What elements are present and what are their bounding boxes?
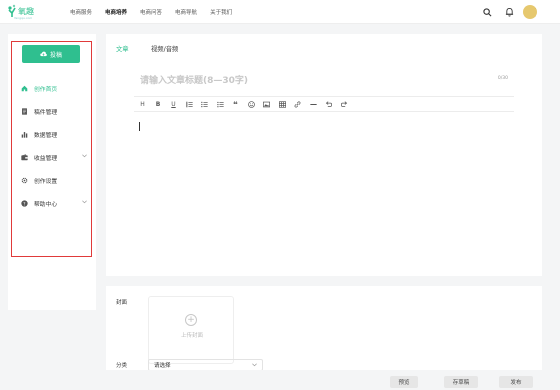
plus-icon: + — [185, 314, 197, 326]
title-char-count: 0/30 — [497, 76, 508, 81]
sidebar-item-label: 收益管理 — [34, 155, 58, 162]
sidebar-item-label: 稿件管理 — [34, 109, 58, 116]
heading-icon[interactable]: H — [139, 100, 146, 108]
post-button[interactable]: 投稿 — [22, 45, 80, 63]
sidebar-item-manuscript-management[interactable]: 稿件管理 — [21, 105, 91, 117]
chevron-down-icon[interactable] — [82, 154, 87, 160]
sidebar-item-revenue-management[interactable]: 收益管理 — [21, 151, 91, 163]
home-icon — [21, 85, 28, 92]
sidebar-item-label: 数据管理 — [34, 132, 58, 139]
main-nav: 电商服务 电商培养 电商问答 电商导航 关于我们 — [70, 0, 245, 24]
post-button-label: 投稿 — [49, 51, 62, 59]
bar-chart-icon — [21, 131, 28, 138]
creator-sidebar: 投稿 创作首页 稿件管理 数据管理 收益管理 创作设置 ? 帮助中心 — [8, 34, 96, 310]
nav-item-ecommerce-training[interactable]: 电商培养 — [105, 8, 127, 16]
article-body-editor[interactable] — [134, 116, 514, 266]
sidebar-item-label: 创作首页 — [34, 86, 58, 93]
editor-toolbar: H B U ❝ — [134, 96, 514, 112]
sidebar-item-creator-settings[interactable]: 创作设置 — [21, 174, 91, 186]
sidebar-item-data-management[interactable]: 数据管理 — [21, 128, 91, 140]
article-editor: 文章 视频/音频 请输入文章标题(8—30字) 0/30 H B U ❝ — [106, 34, 542, 276]
nav-item-ecommerce-navigation[interactable]: 电商导航 — [175, 8, 197, 16]
document-icon — [21, 107, 28, 115]
article-title-input[interactable]: 请输入文章标题(8—30字) — [140, 73, 248, 86]
action-bar: 预览 存草稿 发布 — [106, 370, 560, 390]
ordered-list-icon[interactable] — [216, 100, 224, 108]
sidebar-item-help-center[interactable]: ? 帮助中心 — [21, 197, 91, 209]
tab-article[interactable]: 文章 — [116, 44, 129, 53]
cover-upload-text: 上传封面 — [180, 333, 203, 339]
nav-item-ecommerce-qa[interactable]: 电商问答 — [140, 8, 162, 16]
logo-text: 氧趣 — [18, 6, 34, 16]
sidebar-item-label: 创作设置 — [34, 178, 58, 185]
logo-subtitle: Yangqu.com — [14, 16, 33, 20]
chevron-down-icon — [252, 363, 257, 369]
sidebar-item-creator-home[interactable]: 创作首页 — [21, 82, 91, 94]
bell-icon[interactable] — [504, 7, 514, 17]
undo-icon[interactable] — [325, 100, 332, 108]
preview-button[interactable]: 预览 — [390, 376, 418, 388]
sidebar-item-label: 帮助中心 — [34, 201, 58, 208]
blockquote-icon[interactable] — [185, 100, 193, 108]
cover-upload-box[interactable]: + 上传封面 — [148, 296, 234, 364]
gear-icon — [21, 177, 28, 184]
redo-icon[interactable] — [340, 100, 348, 108]
tab-video-audio[interactable]: 视频/音频 — [151, 44, 178, 53]
save-draft-button[interactable]: 存草稿 — [444, 376, 478, 388]
category-select-value: 请选择 — [154, 363, 171, 369]
cover-label: 封面 — [116, 300, 128, 306]
publish-button[interactable]: 发布 — [499, 376, 533, 388]
emoji-icon[interactable] — [247, 100, 255, 108]
help-icon: ? — [21, 199, 28, 207]
nav-item-about-us[interactable]: 关于我们 — [210, 8, 232, 16]
underline-icon[interactable]: U — [170, 100, 177, 108]
quote-icon[interactable]: ❝ — [232, 100, 239, 109]
wallet-icon — [21, 153, 28, 161]
user-avatar[interactable] — [523, 5, 537, 19]
bullet-list-icon[interactable] — [201, 100, 208, 108]
bold-icon[interactable]: B — [155, 100, 162, 108]
search-icon[interactable] — [482, 7, 492, 17]
nav-item-ecommerce-service[interactable]: 电商服务 — [70, 8, 92, 16]
top-navigation-bar: 氧趣 Yangqu.com 电商服务 电商培养 电商问答 电商导航 关于我们 — [0, 0, 560, 24]
category-label: 分类 — [116, 363, 128, 369]
cloud-upload-icon — [40, 51, 47, 57]
table-icon[interactable] — [278, 100, 286, 108]
image-icon[interactable] — [263, 100, 270, 108]
chevron-down-icon[interactable] — [82, 200, 87, 206]
highlight-box — [11, 41, 92, 257]
site-logo[interactable]: 氧趣 Yangqu.com — [6, 3, 40, 21]
divider-icon[interactable] — [309, 100, 317, 108]
link-icon[interactable] — [294, 100, 301, 108]
